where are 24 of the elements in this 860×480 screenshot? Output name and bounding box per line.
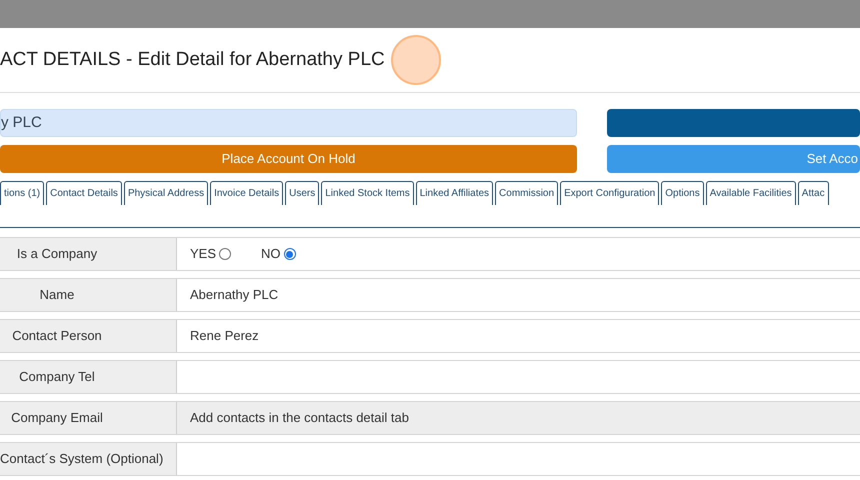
field-label: Contact´s System (Optional) — [0, 450, 164, 468]
tab[interactable]: Available Facilities — [706, 181, 796, 205]
field-label: Company Email — [11, 409, 103, 428]
tab[interactable]: Invoice Details — [210, 181, 284, 205]
tab[interactable]: Users — [285, 181, 320, 205]
tab[interactable]: Commission — [495, 181, 558, 205]
tab[interactable]: Linked Affiliates — [416, 181, 494, 205]
field-label: Name — [40, 286, 74, 304]
account-name-field[interactable]: y PLC — [0, 109, 577, 137]
tab[interactable]: Attac — [798, 181, 829, 205]
click-marker — [390, 35, 441, 85]
window-title: ACT DETAILS - Edit Detail for Abernathy PLC — [0, 48, 385, 72]
tab[interactable]: Options — [661, 181, 704, 205]
tab[interactable]: Contact Details — [46, 181, 122, 205]
tab[interactable]: tions (1) — [0, 181, 44, 205]
field-label: Company Tel — [19, 368, 95, 386]
tab[interactable]: Physical Address — [124, 181, 208, 205]
radio-option[interactable]: NO — [261, 244, 296, 264]
action-button[interactable] — [607, 109, 860, 137]
field-label: Contact Person — [12, 327, 102, 346]
radio-option[interactable]: YES — [190, 244, 232, 264]
field-label: Is a Company — [16, 245, 98, 264]
tab[interactable]: Export Configuration — [560, 181, 660, 205]
tab[interactable]: Linked Stock Items — [321, 181, 414, 205]
